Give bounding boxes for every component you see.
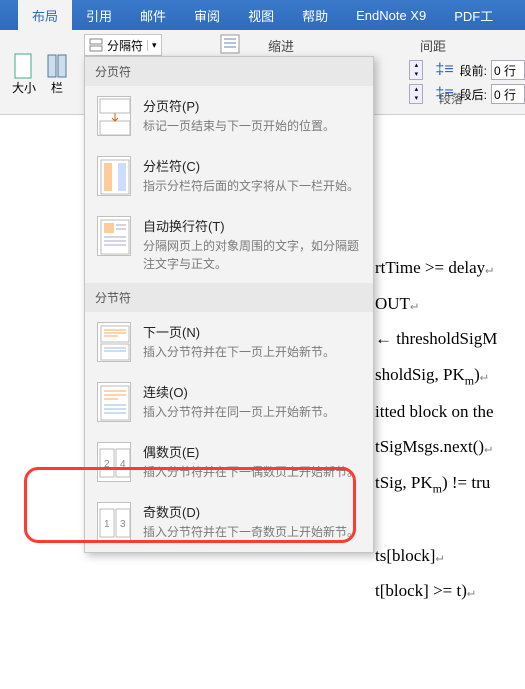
after-label: 段后: [460,86,487,103]
tab-pdf[interactable]: PDF工 [440,0,507,30]
menu-item-text-wrapping-break[interactable]: 自动换行符(T) 分隔网页上的对象周围的文字，如分隔题注文字与正文。 [85,206,373,283]
menu-item-desc: 插入分节符并在下一页上开始新节。 [143,343,361,361]
even-page-icon: 24 [97,442,131,482]
menu-item-desc: 插入分节符并在下一奇数页上开始新节。 [143,523,361,541]
tab-references[interactable]: 引用 [72,0,126,30]
menu-item-page-break[interactable]: 分页符(P) 标记一页结束与下一页开始的位置。 [85,86,373,146]
columns-label: 栏 [46,79,68,96]
page-size-icon [12,53,36,79]
menu-item-next-page[interactable]: 下一页(N) 插入分节符并在下一页上开始新节。 [85,312,373,372]
menu-item-title: 下一页(N) [143,322,361,341]
menu-item-column-break[interactable]: 分栏符(C) 指示分栏符后面的文字将从下一栏开始。 [85,146,373,206]
breaks-icon [89,38,103,52]
page-break-icon [97,96,131,136]
breaks-label: 分隔符 [107,37,143,54]
dropdown-header-page-breaks: 分页符 [85,57,373,86]
odd-page-icon: 13 [97,502,131,542]
indent-icon [220,34,240,54]
menu-item-title: 连续(O) [143,382,361,401]
menu-item-title: 分栏符(C) [143,156,361,175]
document-content: rtTime >= delay↵ OUT↵ ← thresholdSigM sh… [375,250,497,609]
paragraph-group-label: 段落 [439,90,463,107]
menu-item-title: 奇数页(D) [143,502,361,521]
menu-item-continuous[interactable]: 连续(O) 插入分节符并在同一页上开始新节。 [85,372,373,432]
tab-endnote[interactable]: EndNote X9 [342,0,440,30]
menu-item-odd-page[interactable]: 13 奇数页(D) 插入分节符并在下一奇数页上开始新节。 [85,492,373,552]
spacing-label: 间距 [420,36,446,55]
svg-text:2: 2 [104,459,110,470]
spacing-before-icon: ‡≡ [435,61,453,79]
breaks-dropdown-menu: 分页符 分页符(P) 标记一页结束与下一页开始的位置。 分栏符(C) 指示分栏符… [84,56,374,553]
tab-review[interactable]: 审阅 [180,0,234,30]
menu-item-desc: 标记一页结束与下一页开始的位置。 [143,117,361,135]
spacing-before-input[interactable] [491,60,525,80]
before-label: 段前: [460,62,487,79]
spacing-after-input[interactable] [491,84,525,104]
tab-view[interactable]: 视图 [234,0,288,30]
size-button[interactable]: 大小 [12,53,36,96]
menu-item-desc: 分隔网页上的对象周围的文字，如分隔题注文字与正文。 [143,237,361,273]
spinner-left-after[interactable]: ▴▾ [409,84,423,104]
column-break-icon [97,156,131,196]
columns-icon [46,53,68,79]
indent-label: 缩进 [268,36,294,55]
next-page-icon [97,322,131,362]
svg-text:1: 1 [104,519,110,530]
menu-item-desc: 插入分节符并在下一偶数页上开始新节。 [143,463,361,481]
chevron-down-icon: ▾ [147,40,157,51]
svg-text:4: 4 [120,459,126,470]
menu-item-desc: 插入分节符并在同一页上开始新节。 [143,403,361,421]
continuous-icon [97,382,131,422]
breaks-dropdown-button[interactable]: 分隔符 ▾ [84,34,162,56]
menu-item-title: 自动换行符(T) [143,216,361,235]
dropdown-header-section-breaks: 分节符 [85,283,373,312]
ribbon-tabs: 布局 引用 邮件 审阅 视图 帮助 EndNote X9 PDF工 [0,0,525,30]
menu-item-title: 分页符(P) [143,96,361,115]
spinner-left-before[interactable]: ▴▾ [409,60,423,80]
columns-button[interactable]: 栏 [46,53,68,96]
svg-text:3: 3 [120,519,126,530]
tab-mailings[interactable]: 邮件 [126,0,180,30]
size-label: 大小 [12,79,36,96]
tab-help[interactable]: 帮助 [288,0,342,30]
menu-item-desc: 指示分栏符后面的文字将从下一栏开始。 [143,177,361,195]
menu-item-even-page[interactable]: 24 偶数页(E) 插入分节符并在下一偶数页上开始新节。 [85,432,373,492]
text-wrap-icon [97,216,131,256]
tab-layout[interactable]: 布局 [18,0,72,30]
menu-item-title: 偶数页(E) [143,442,361,461]
